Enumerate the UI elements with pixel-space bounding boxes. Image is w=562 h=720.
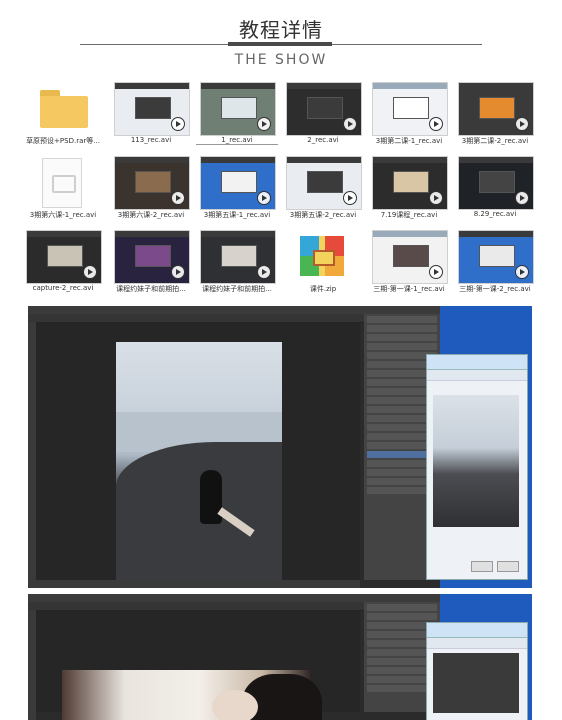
- play-icon: [515, 265, 529, 279]
- file-item[interactable]: 课件.zip: [282, 230, 362, 296]
- file-grid: 草原预设+PSD.rar等... 113_rec.avi 1_rec.avi 2…: [22, 82, 542, 304]
- video-thumbnail: [458, 156, 534, 210]
- photoshop-screenshot-1: [28, 306, 532, 588]
- play-icon: [429, 117, 443, 131]
- file-name: 草原预设+PSD.rar等...: [26, 137, 100, 145]
- title-divider-accent: [228, 42, 332, 46]
- file-item[interactable]: 3期第六课-1_rec.avi: [22, 156, 102, 222]
- video-thumbnail: [458, 82, 534, 136]
- file-item[interactable]: 8.29_rec.avi: [454, 156, 534, 222]
- file-item-selected[interactable]: 1_rec.avi: [196, 82, 278, 148]
- play-icon: [343, 117, 357, 131]
- file-item[interactable]: 2_rec.avi: [282, 82, 362, 148]
- file-name: 课程约妹子和前期拍...: [202, 285, 272, 293]
- play-icon: [429, 265, 443, 279]
- video-thumbnail: [200, 156, 276, 210]
- file-name: 3期第五课-2_rec.avi: [289, 211, 357, 219]
- file-name: 3期第二课-1_rec.avi: [375, 137, 443, 145]
- play-icon: [515, 191, 529, 205]
- play-icon: [83, 265, 97, 279]
- video-thumbnail: [372, 230, 448, 284]
- file-name: 1_rec.avi: [196, 136, 278, 145]
- file-name: 113_rec.avi: [130, 136, 172, 144]
- file-item[interactable]: 3期第六课-2_rec.avi: [110, 156, 190, 222]
- file-item[interactable]: 113_rec.avi: [110, 82, 190, 148]
- video-thumbnail: [200, 82, 276, 136]
- file-item[interactable]: 课程约妹子和前期拍...: [110, 230, 190, 296]
- file-name: 3期第二课-2_rec.avi: [461, 137, 529, 145]
- play-icon: [171, 191, 185, 205]
- file-item[interactable]: 3期第五课-1_rec.avi: [196, 156, 276, 222]
- video-thumbnail: [114, 82, 190, 136]
- ps-toolbox: [28, 322, 36, 588]
- ps-canvas: [36, 610, 360, 720]
- chat-window: [426, 622, 528, 720]
- file-item[interactable]: 7.19课程_rec.avi: [368, 156, 448, 222]
- file-item[interactable]: 3期第二课-1_rec.avi: [368, 82, 448, 148]
- file-name: capture-2_rec.avi: [32, 284, 94, 292]
- file-item[interactable]: 草原预设+PSD.rar等...: [22, 82, 102, 148]
- play-icon: [171, 117, 185, 131]
- video-file-icon: [42, 158, 82, 208]
- play-icon: [429, 191, 443, 205]
- file-name: 8.29_rec.avi: [473, 210, 517, 218]
- chat-image-preview: [433, 395, 519, 527]
- file-item[interactable]: 三期-第一课-1_rec.avi: [368, 230, 448, 296]
- video-thumbnail: [286, 156, 362, 210]
- video-thumbnail: [372, 82, 448, 136]
- ps-canvas: [36, 322, 360, 588]
- video-thumbnail: [286, 82, 362, 136]
- file-name: 2_rec.avi: [307, 136, 339, 144]
- photo-girl-lying: [62, 670, 322, 720]
- file-name: 3期第六课-1_rec.avi: [29, 211, 97, 219]
- play-icon: [257, 117, 271, 131]
- play-icon: [257, 265, 271, 279]
- file-name: 课件.zip: [309, 285, 337, 293]
- page-subtitle: THE SHOW: [234, 52, 328, 68]
- file-name: 3期第六课-2_rec.avi: [117, 211, 185, 219]
- dialog-button: [471, 561, 493, 572]
- file-name: 三期-第一课-2_rec.avi: [459, 285, 531, 293]
- video-thumbnail: [26, 230, 102, 284]
- play-icon: [515, 117, 529, 131]
- play-icon: [257, 191, 271, 205]
- play-icon: [171, 265, 185, 279]
- file-name: 三期-第一课-1_rec.avi: [373, 285, 445, 293]
- file-item[interactable]: 课程约妹子和前期拍...: [196, 230, 276, 296]
- file-name: 7.19课程_rec.avi: [380, 211, 438, 219]
- chat-image-preview: [433, 653, 519, 713]
- ps-status-bar: [28, 580, 360, 588]
- video-thumbnail: [200, 230, 276, 284]
- ps-toolbox: [28, 610, 36, 720]
- file-item[interactable]: 3期第五课-2_rec.avi: [282, 156, 362, 222]
- video-thumbnail: [458, 230, 534, 284]
- zip-archive-icon: [300, 236, 344, 276]
- video-thumbnail: [114, 156, 190, 210]
- page-title: 教程详情: [239, 18, 323, 42]
- photo-girl-on-rocks: [116, 342, 282, 588]
- photoshop-screenshot-2: [28, 594, 532, 720]
- play-icon: [343, 191, 357, 205]
- header: 教程详情 THE SHOW: [0, 0, 562, 80]
- folder-icon: [40, 90, 88, 128]
- file-item[interactable]: 3期第二课-2_rec.avi: [454, 82, 534, 148]
- file-item[interactable]: 三期-第一课-2_rec.avi: [454, 230, 534, 296]
- chat-window: [426, 354, 528, 580]
- file-name: 3期第五课-1_rec.avi: [203, 211, 271, 219]
- file-name: 课程约妹子和前期拍...: [116, 285, 186, 293]
- file-item[interactable]: capture-2_rec.avi: [22, 230, 102, 296]
- video-thumbnail: [372, 156, 448, 210]
- video-thumbnail: [114, 230, 190, 284]
- dialog-button: [497, 561, 519, 572]
